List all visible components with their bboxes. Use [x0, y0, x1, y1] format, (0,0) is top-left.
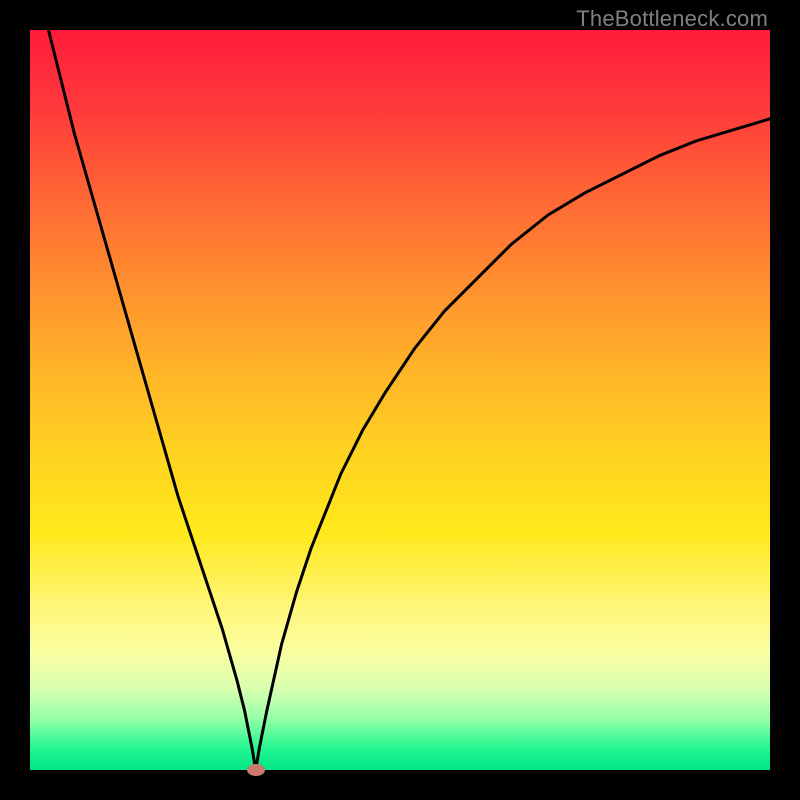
plot-area [30, 30, 770, 770]
curve-svg [30, 30, 770, 770]
watermark-text: TheBottleneck.com [576, 6, 768, 32]
chart-frame: TheBottleneck.com [0, 0, 800, 800]
optimum-marker [247, 764, 265, 776]
bottleneck-curve [30, 30, 770, 770]
